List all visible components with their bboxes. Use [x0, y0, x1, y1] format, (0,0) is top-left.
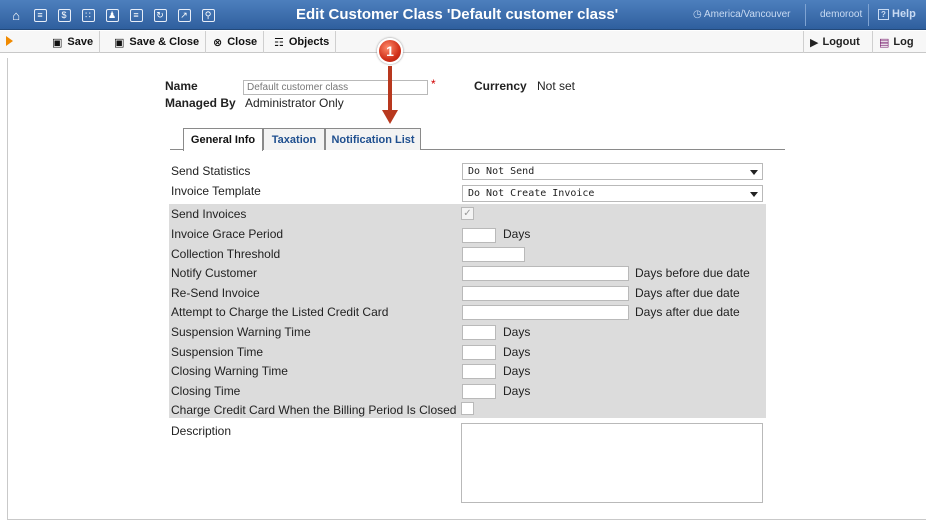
list-icon[interactable]: ≡	[28, 6, 52, 24]
home-icon[interactable]: ⌂	[4, 6, 28, 24]
suspension-warning-input[interactable]	[462, 325, 496, 340]
disk-close-icon: ▣	[114, 36, 125, 49]
tab-general-info[interactable]: General Info	[183, 128, 263, 151]
help-icon: ?	[878, 9, 889, 20]
send-statistics-value: Do Not Send	[468, 166, 535, 177]
timezone-text: America/Vancouver	[703, 9, 791, 20]
notify-customer-suffix: Days before due date	[635, 266, 750, 280]
page-title: Edit Customer Class 'Default customer cl…	[296, 6, 619, 23]
dollar-icon[interactable]: $	[52, 6, 76, 24]
currency-value: Not set	[537, 79, 576, 93]
charge-cc-closed-label: Charge Credit Card When the Billing Peri…	[171, 403, 457, 417]
collection-threshold-label: Collection Threshold	[171, 247, 281, 261]
user-link[interactable]: demoroot	[820, 9, 862, 20]
toolbar: ▣ Save ▣ Save & Close ⊗ Close ☶ Objects ▶ Log…	[0, 31, 926, 53]
top-header-bar: ⌂ ≡ $ ∷ ♟ ≡ ↻ ↗ ⚲ Edit Customer Class 'D…	[0, 0, 926, 30]
tab-taxation[interactable]: Taxation	[263, 128, 325, 150]
charge-cc-closed-checkbox[interactable]	[461, 402, 474, 415]
timezone-link[interactable]: ◷ America/Vancouver	[693, 9, 790, 20]
annotation-arrow-head	[382, 110, 398, 124]
invoice-grace-period-suffix: Days	[503, 227, 531, 241]
objects-button[interactable]: ☶ Objects	[268, 31, 337, 53]
grid-icon[interactable]: ∷	[76, 6, 100, 24]
header-divider	[868, 4, 869, 26]
resend-invoice-input[interactable]	[462, 286, 629, 301]
header-divider	[805, 4, 806, 26]
chevron-down-icon	[750, 170, 758, 175]
managed-by-value: Administrator Only	[245, 96, 344, 110]
save-close-button[interactable]: ▣ Save & Close	[108, 31, 207, 53]
help-link[interactable]: ? Help	[878, 8, 916, 20]
currency-label: Currency	[474, 79, 527, 93]
toolbar-arrow-icon	[6, 36, 13, 46]
invoice-grace-period-input[interactable]	[462, 228, 496, 243]
closing-time-input[interactable]	[462, 384, 496, 399]
closing-warning-suffix: Days	[503, 364, 531, 378]
search-icon[interactable]: ⚲	[196, 6, 220, 24]
suspension-warning-label: Suspension Warning Time	[171, 325, 311, 339]
tree-icon[interactable]: ≡	[124, 6, 148, 24]
annotation-arrow	[388, 66, 392, 112]
logout-icon: ▶	[810, 36, 819, 49]
invoice-template-value: Do Not Create Invoice	[468, 188, 595, 199]
collection-threshold-input[interactable]	[462, 247, 525, 262]
managed-by-label: Managed By	[165, 96, 236, 110]
invoice-template-select[interactable]: Do Not Create Invoice	[462, 185, 763, 202]
suspension-warning-suffix: Days	[503, 325, 531, 339]
log-button[interactable]: ▤ Log	[872, 31, 920, 53]
closing-warning-label: Closing Warning Time	[171, 364, 288, 378]
chevron-down-icon	[750, 192, 758, 197]
invoice-template-label: Invoice Template	[171, 184, 261, 198]
send-invoices-checkbox[interactable]: ✓	[461, 207, 474, 220]
log-icon: ▤	[879, 36, 890, 49]
closing-time-label: Closing Time	[171, 384, 241, 398]
annotation-marker: 1	[377, 38, 403, 64]
resend-invoice-label: Re-Send Invoice	[171, 286, 260, 300]
disk-icon: ▣	[52, 36, 63, 49]
suspension-time-suffix: Days	[503, 345, 531, 359]
resend-invoice-suffix: Days after due date	[635, 286, 740, 300]
transfer-icon[interactable]: ↻	[148, 6, 172, 24]
tab-notification-list[interactable]: Notification List	[325, 128, 421, 150]
objects-icon: ☶	[274, 36, 284, 49]
suspension-time-label: Suspension Time	[171, 345, 264, 359]
attempt-charge-suffix: Days after due date	[635, 305, 740, 319]
description-label: Description	[171, 424, 232, 438]
person-icon[interactable]: ♟	[100, 6, 124, 24]
description-textarea[interactable]	[461, 423, 763, 503]
name-label: Name	[165, 79, 198, 93]
notify-customer-input[interactable]	[462, 266, 629, 281]
nav-icons: ⌂ ≡ $ ∷ ♟ ≡ ↻ ↗ ⚲	[4, 6, 220, 24]
close-button[interactable]: ⊗ Close	[207, 31, 265, 53]
chart-icon[interactable]: ↗	[172, 6, 196, 24]
logout-button[interactable]: ▶ Logout	[803, 31, 866, 53]
required-asterisk: *	[431, 77, 436, 91]
send-statistics-select[interactable]: Do Not Send	[462, 163, 763, 180]
closing-time-suffix: Days	[503, 384, 531, 398]
send-statistics-label: Send Statistics	[171, 164, 251, 178]
notify-customer-label: Notify Customer	[171, 266, 258, 280]
help-label: Help	[892, 8, 916, 20]
name-input[interactable]: Default customer class	[243, 80, 428, 95]
suspension-time-input[interactable]	[462, 345, 496, 360]
invoice-grace-period-label: Invoice Grace Period	[171, 227, 284, 241]
send-invoices-label: Send Invoices	[171, 207, 247, 221]
save-button[interactable]: ▣ Save	[46, 31, 101, 53]
attempt-charge-input[interactable]	[462, 305, 629, 320]
attempt-charge-label: Attempt to Charge the Listed Credit Card	[171, 305, 389, 319]
close-icon: ⊗	[213, 36, 223, 49]
closing-warning-input[interactable]	[462, 364, 496, 379]
